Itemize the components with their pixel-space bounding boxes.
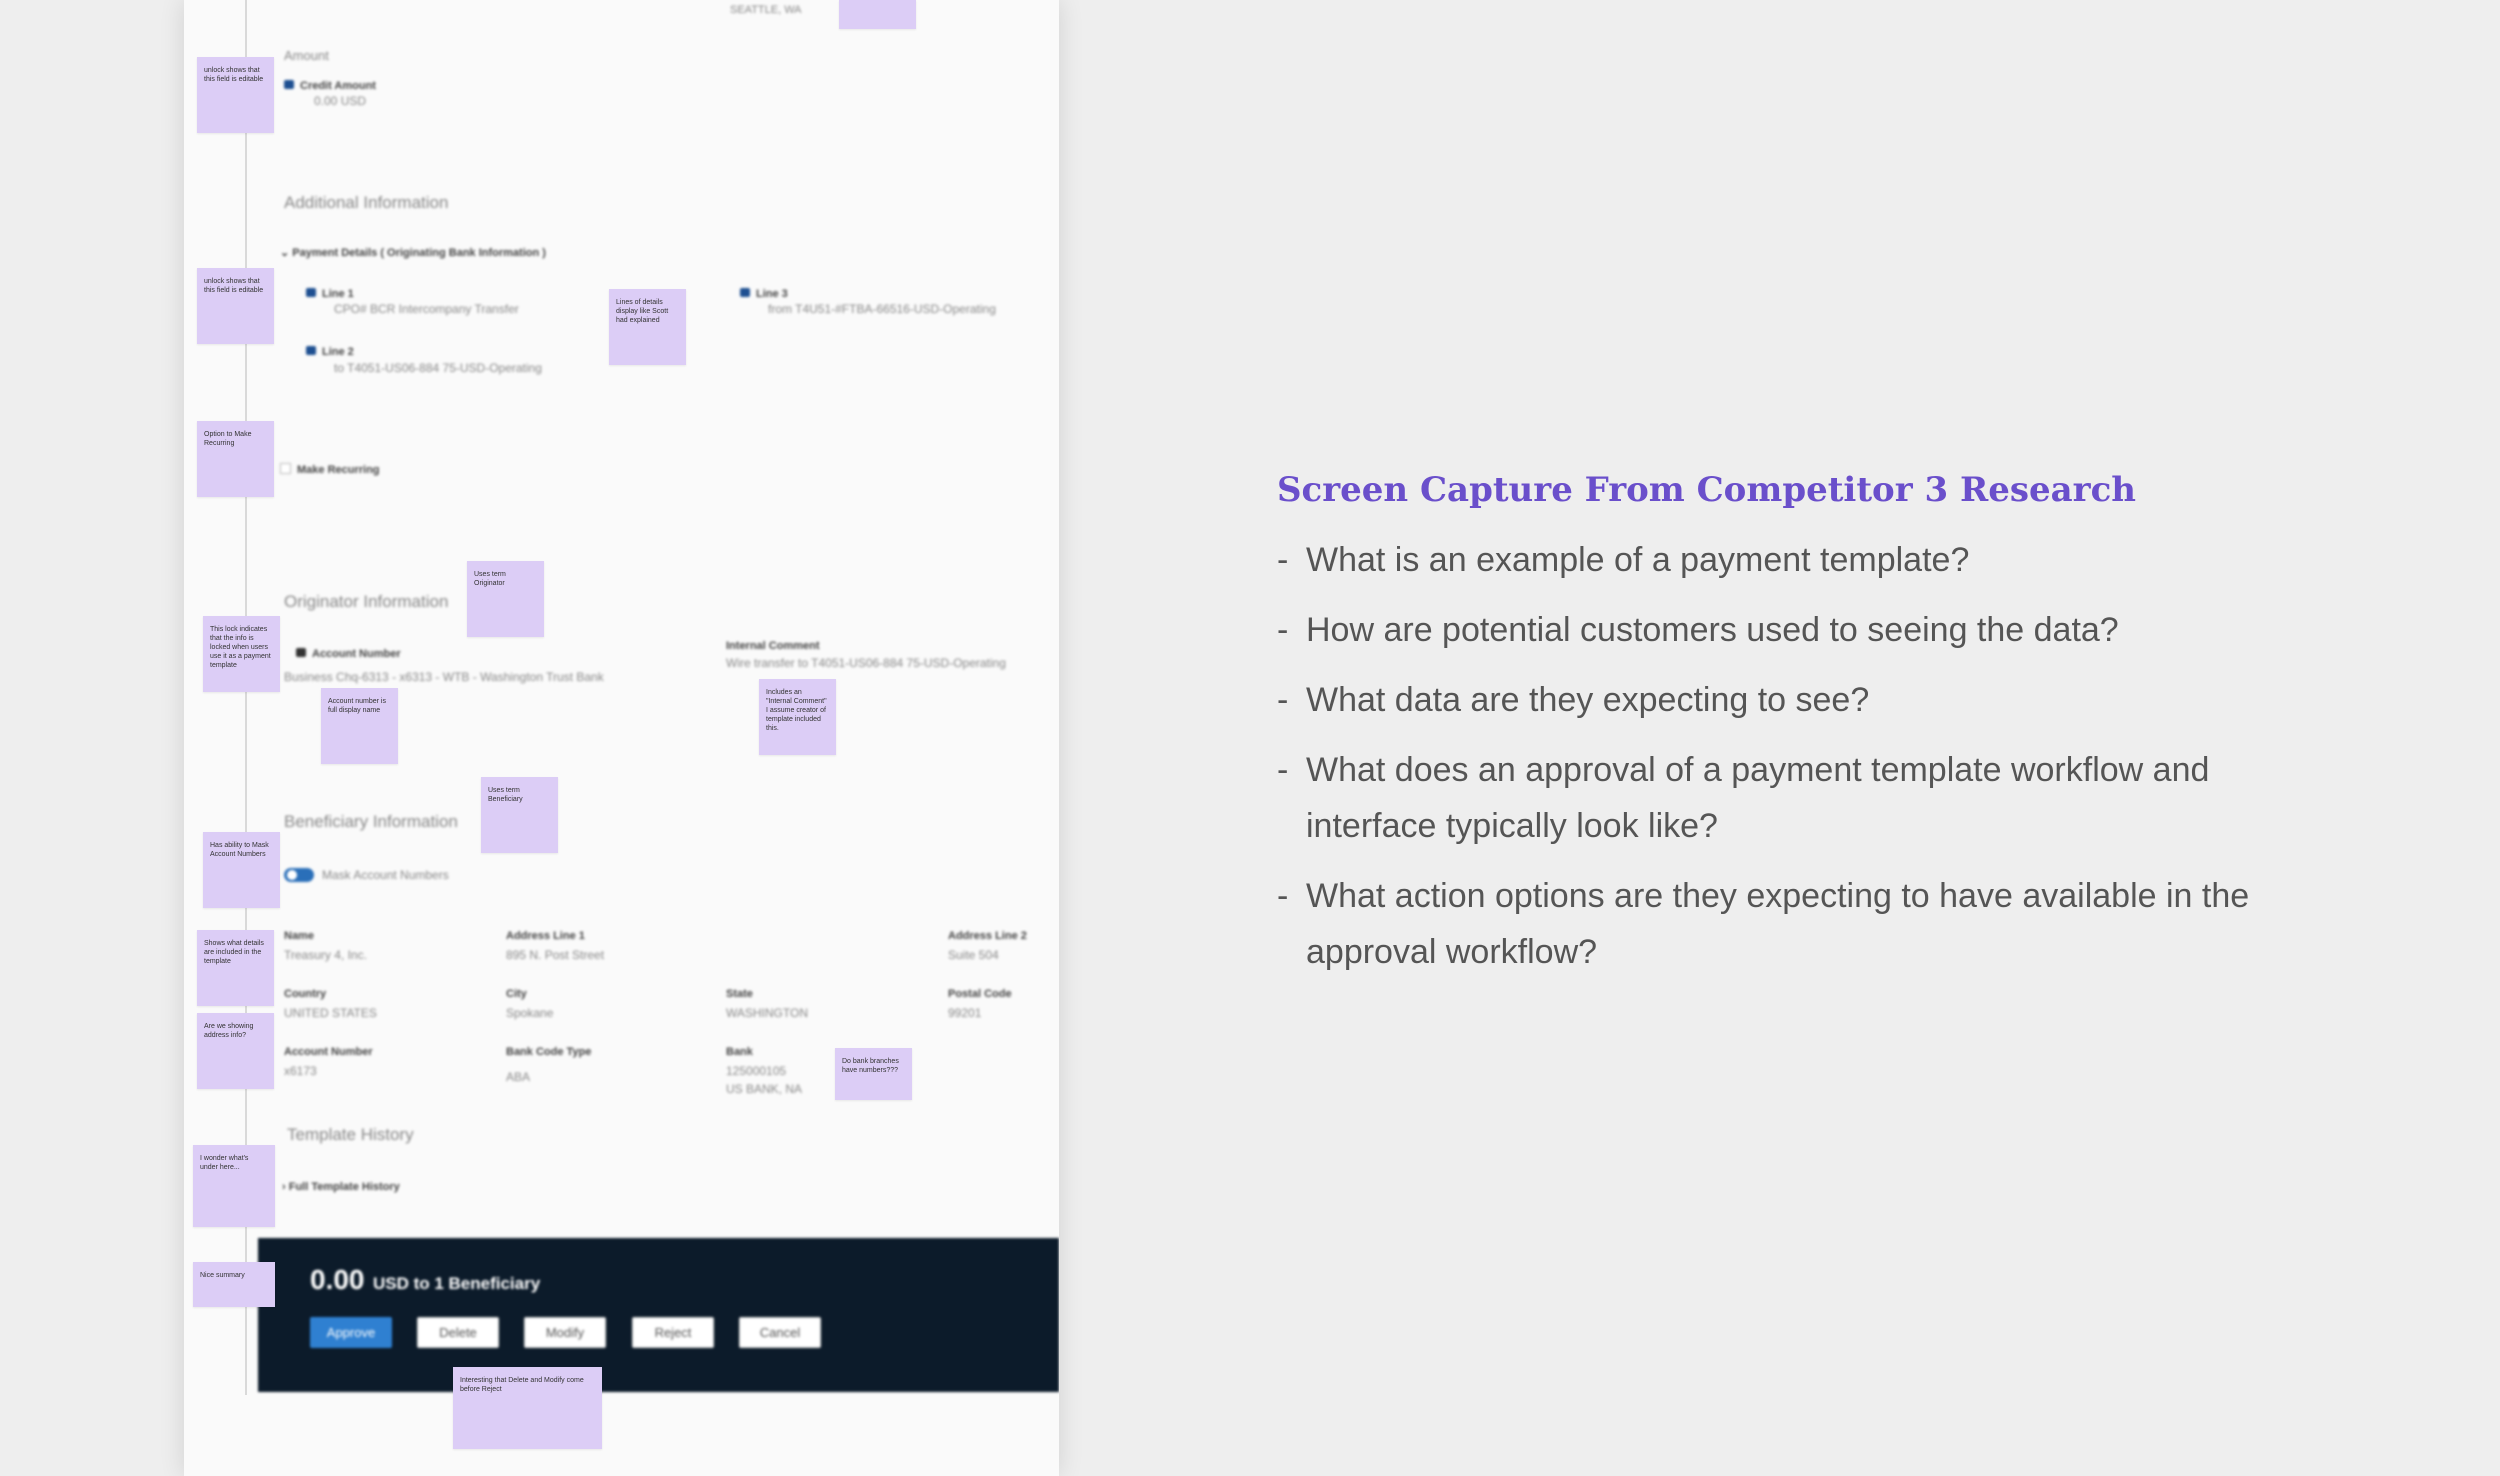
beneficiary-field-label: Address Line 2 [948, 930, 1027, 942]
beneficiary-field-value: ABA [506, 1070, 531, 1084]
beneficiary-field-label: State [726, 988, 753, 1000]
question-item: What is an example of a payment template… [1277, 532, 2277, 588]
approve-button[interactable]: Approve [310, 1317, 392, 1348]
question-item: What data are they expecting to see? [1277, 672, 2277, 728]
sticky-note: I wonder what's under here... [193, 1145, 275, 1227]
line3-value: from T4U51-#FTBA-66516-USD-Operating [768, 302, 996, 316]
checkbox-icon [280, 463, 291, 475]
reject-button[interactable]: Reject [632, 1317, 714, 1348]
unlock-icon [306, 346, 316, 356]
originator-account-value: Business Chq-6313 - x6313 - WTB - Washin… [284, 670, 604, 684]
sticky-note: Are we showing address info? [197, 1013, 274, 1089]
unlock-icon [740, 288, 750, 298]
beneficiary-field-label: City [506, 988, 527, 1000]
beneficiary-field-label: Account Number [284, 1046, 373, 1058]
payment-details-header[interactable]: ⌄ Payment Details ( Originating Bank Inf… [280, 246, 546, 259]
sticky-note: Uses term Originator [467, 561, 544, 637]
sticky-note: This lock indicates that the info is loc… [203, 616, 280, 692]
originator-section-label: Originator Information [284, 592, 449, 611]
beneficiary-field-value: US BANK, NA [726, 1082, 803, 1096]
cancel-button[interactable]: Cancel [739, 1317, 821, 1348]
question-item: What does an approval of a payment templ… [1277, 742, 2277, 854]
beneficiary-field-label: Bank Code Type [506, 1046, 592, 1058]
question-list: What is an example of a payment template… [1277, 532, 2277, 980]
sticky-note: Nice summary [193, 1262, 275, 1307]
sticky-note: Uses term Beneficiary [481, 777, 558, 853]
beneficiary-field-value: UNITED STATES [284, 1006, 377, 1020]
credit-amount-field: Credit Amount [284, 76, 376, 94]
footer-summary-text: USD to 1 Beneficiary [372, 1274, 541, 1293]
make-recurring-checkbox[interactable]: Make Recurring [280, 460, 380, 478]
question-item: What action options are they expecting t… [1277, 868, 2277, 980]
sticky-note: Do bank branches have numbers??? [835, 1048, 912, 1100]
beneficiary-field-label: Address Line 1 [506, 930, 585, 942]
line3-field: Line 3 [740, 284, 788, 302]
beneficiary-field-label: Bank [726, 1046, 753, 1058]
research-notes: Screen Capture From Competitor 3 Researc… [1277, 470, 2277, 994]
internal-comment-label: Internal Comment [726, 640, 820, 652]
top-text: SEATTLE, WA [730, 4, 802, 16]
beneficiary-section-label: Beneficiary Information [284, 812, 458, 831]
toggle-switch-icon [284, 867, 314, 882]
template-history-section-label: Template History [287, 1125, 414, 1144]
question-item: How are potential customers used to seei… [1277, 602, 2277, 658]
beneficiary-field-label: Name [284, 930, 314, 942]
beneficiary-field-value: 99201 [948, 1006, 982, 1020]
sticky-note: Account number is full display name [321, 688, 398, 764]
line1-field: Line 1 [306, 284, 354, 302]
beneficiary-field-value: WASHINGTON [726, 1006, 809, 1020]
beneficiary-field-value: x6173 [284, 1064, 317, 1078]
modify-button[interactable]: Modify [524, 1317, 606, 1348]
sticky-note: Lines of details display like Scott had … [609, 289, 686, 365]
beneficiary-field-value: 125000105 [726, 1064, 787, 1078]
originator-account-field: Account Number [296, 644, 401, 662]
beneficiary-field-label: Country [284, 988, 327, 1000]
sticky-note: Shows what details are included in the t… [197, 930, 274, 1006]
line2-value: to T4051-US06-884 75-USD-Operating [334, 361, 542, 375]
lock-icon [296, 648, 306, 658]
unlock-icon [306, 288, 316, 298]
sticky-note [839, 0, 916, 29]
line1-value: CPO# BCR Intercompany Transfer [334, 302, 519, 316]
beneficiary-field-value: 895 N. Post Street [506, 948, 605, 962]
chevron-right-icon: › [282, 1181, 289, 1193]
chevron-down-icon: ⌄ [280, 247, 293, 259]
action-footer: 0.00 USD to 1 Beneficiary Approve Delete… [258, 1238, 1059, 1392]
sticky-note: Option to Make Recurring [197, 421, 274, 497]
unlock-icon [284, 80, 294, 90]
line2-field: Line 2 [306, 342, 354, 360]
beneficiary-field-value: Treasury 4, Inc. [284, 948, 367, 962]
beneficiary-field-label: Postal Code [948, 988, 1012, 1000]
sticky-note: unlock shows that this field is editable [197, 57, 274, 133]
sticky-note: Has ability to Mask Account Numbers [203, 832, 280, 908]
beneficiary-field-value: Spokane [506, 1006, 554, 1020]
amount-section-label: Amount [284, 48, 329, 63]
footer-amount: 0.00 [310, 1264, 365, 1295]
beneficiary-field-value: Suite 504 [948, 948, 999, 962]
credit-amount-value: 0.00 USD [314, 94, 367, 108]
full-template-history-toggle[interactable]: › Full Template History [282, 1181, 400, 1193]
additional-info-section-label: Additional Information [284, 193, 449, 212]
footer-summary: 0.00 USD to 1 Beneficiary [310, 1264, 540, 1296]
delete-button[interactable]: Delete [417, 1317, 499, 1348]
internal-comment-value: Wire transfer to T4051-US06-884 75-USD-O… [726, 656, 1006, 670]
screenshot-panel: SEATTLE, WA Amount Credit Amount 0.00 US… [184, 0, 1059, 1476]
sticky-note: Interesting that Delete and Modify come … [453, 1367, 602, 1449]
sticky-note: unlock shows that this field is editable [197, 268, 274, 344]
notes-title: Screen Capture From Competitor 3 Researc… [1277, 470, 2136, 510]
mask-account-toggle[interactable]: Mask Account Numbers [284, 866, 449, 884]
sticky-note: Includes an "Internal Comment" I assume … [759, 679, 836, 755]
